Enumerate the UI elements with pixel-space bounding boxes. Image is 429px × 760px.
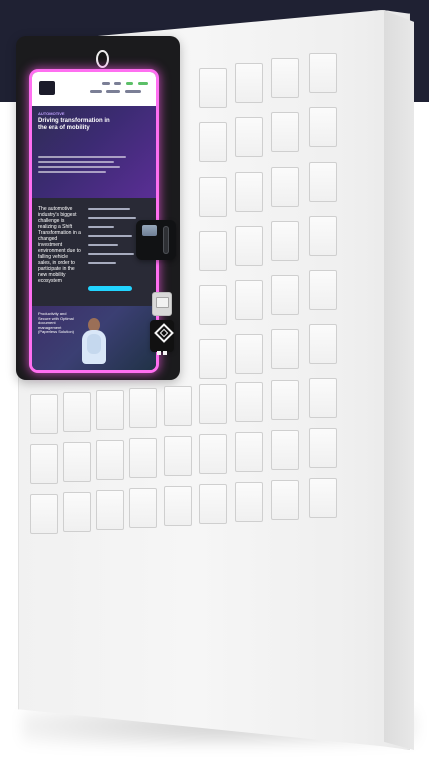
locker-door[interactable]: [309, 162, 337, 202]
card-reader-icon[interactable]: [136, 220, 176, 260]
locker-door[interactable]: [309, 324, 337, 364]
locker-door[interactable]: [235, 172, 263, 212]
locker-door[interactable]: [30, 444, 58, 484]
content-bullet: [88, 226, 114, 228]
site-logo: [39, 81, 55, 95]
person-image: [80, 318, 108, 368]
nav-link[interactable]: [125, 90, 141, 93]
locker-door[interactable]: [199, 339, 227, 379]
camera-icon: [96, 50, 109, 68]
hero-copy-line: [38, 161, 114, 163]
content-bullet: [88, 253, 134, 255]
nav-button[interactable]: [138, 82, 148, 85]
locker-door[interactable]: [164, 386, 192, 426]
content-bullet: [88, 244, 118, 246]
locker-door[interactable]: [309, 428, 337, 468]
nav-link[interactable]: [102, 82, 110, 85]
printer-slot: [156, 297, 169, 308]
locker-door[interactable]: [63, 492, 91, 532]
locker-door[interactable]: [271, 112, 299, 152]
locker-door[interactable]: [309, 478, 337, 518]
locker-door[interactable]: [63, 392, 91, 432]
hero-kicker: AUTOMOTIVE: [38, 111, 65, 116]
person-shirt-shadow: [87, 334, 101, 354]
locker-door[interactable]: [96, 490, 124, 530]
feature-caption: Productivity and Secure with Optimal doc…: [38, 311, 75, 335]
nav-link[interactable]: [106, 90, 120, 93]
hero-text: AUTOMOTIVE Driving transformation in the…: [38, 111, 110, 132]
locker-door[interactable]: [235, 117, 263, 157]
nfc-icon[interactable]: [150, 320, 174, 355]
locker-door[interactable]: [199, 122, 227, 162]
content-bullet: [88, 217, 136, 219]
hero-copy-line: [38, 166, 120, 168]
locker-door[interactable]: [271, 167, 299, 207]
locker-door[interactable]: [235, 63, 263, 103]
locker-door[interactable]: [30, 494, 58, 534]
locker-door[interactable]: [271, 329, 299, 369]
nfc-dots: [157, 342, 169, 355]
locker-door[interactable]: [199, 434, 227, 474]
nfc-dot: [163, 351, 167, 355]
locker-door[interactable]: [199, 384, 227, 424]
hero-copy-lines: [38, 156, 138, 176]
nav-link[interactable]: [114, 82, 121, 85]
locker-door[interactable]: [235, 382, 263, 422]
website-header: [32, 72, 156, 107]
printer-icon: [152, 292, 172, 316]
locker-door[interactable]: [199, 177, 227, 217]
nav-link[interactable]: [90, 90, 102, 93]
locker-door[interactable]: [199, 285, 227, 325]
card-reader-slot[interactable]: [163, 226, 169, 254]
locker-door[interactable]: [309, 53, 337, 93]
content-text: The automotive industry's biggest challe…: [38, 206, 81, 284]
content-bullet: [88, 262, 116, 264]
locker-door[interactable]: [271, 480, 299, 520]
locker-door[interactable]: [235, 226, 263, 266]
locker-door[interactable]: [164, 486, 192, 526]
locker-door[interactable]: [271, 221, 299, 261]
locker-door[interactable]: [199, 231, 227, 271]
locker-door[interactable]: [63, 442, 91, 482]
locker-door[interactable]: [129, 488, 157, 528]
locker-door[interactable]: [235, 432, 263, 472]
locker-door[interactable]: [309, 270, 337, 310]
locker-door[interactable]: [164, 436, 192, 476]
content-bullet: [88, 235, 132, 237]
nfc-diamond: [154, 323, 174, 343]
locker-door[interactable]: [309, 216, 337, 256]
locker-door[interactable]: [309, 107, 337, 147]
locker-door[interactable]: [96, 390, 124, 430]
locker-door[interactable]: [129, 438, 157, 478]
nav-button[interactable]: [126, 82, 133, 85]
locker-door[interactable]: [30, 394, 58, 434]
locker-door[interactable]: [271, 380, 299, 420]
cta-button[interactable]: [88, 286, 132, 291]
screen-feature-card[interactable]: Productivity and Secure with Optimal doc…: [32, 306, 156, 370]
locker-door[interactable]: [309, 378, 337, 418]
locker-door[interactable]: [235, 280, 263, 320]
locker-door[interactable]: [96, 440, 124, 480]
card-reader-screen: [142, 225, 157, 236]
locker-door[interactable]: [271, 430, 299, 470]
locker-door[interactable]: [199, 484, 227, 524]
locker-door[interactable]: [271, 275, 299, 315]
kiosk-scene: AUTOMOTIVE Driving transformation in the…: [0, 0, 429, 760]
locker-door[interactable]: [235, 334, 263, 374]
nfc-inner-diamond: [159, 328, 169, 338]
locker-door[interactable]: [199, 68, 227, 108]
locker-door[interactable]: [235, 482, 263, 522]
hero-copy-line: [38, 171, 106, 173]
hero-copy-line: [38, 156, 126, 158]
locker-door[interactable]: [129, 388, 157, 428]
screen-hero: AUTOMOTIVE Driving transformation in the…: [32, 106, 156, 198]
locker-door[interactable]: [271, 58, 299, 98]
content-bullet: [88, 208, 130, 210]
nfc-dot: [157, 351, 161, 355]
hero-title: Driving transformation in the era of mob…: [38, 118, 110, 132]
cabinet-side-edge: [384, 10, 414, 750]
